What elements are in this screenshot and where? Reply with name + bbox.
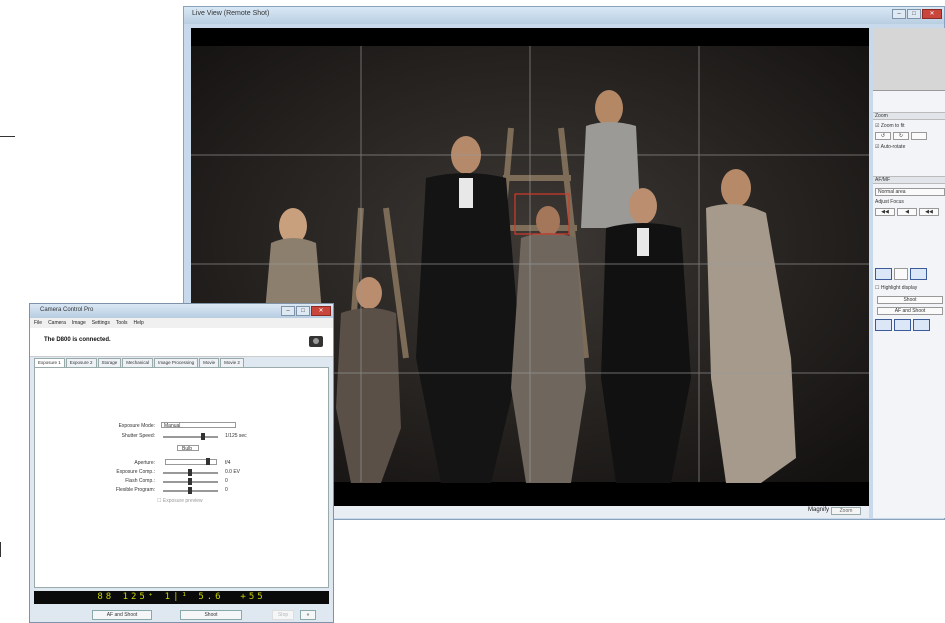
menu-help[interactable]: Help: [134, 318, 144, 328]
camera-icon: [309, 336, 323, 347]
rotate-right-button[interactable]: ↻: [893, 132, 909, 140]
shutter-speed-knob[interactable]: [201, 433, 205, 440]
tab-movie-2[interactable]: Movie 2: [220, 358, 244, 367]
zoom-section-header[interactable]: Zoom: [873, 112, 945, 120]
auto-rotate-checkbox[interactable]: ☑ Auto-rotate: [875, 144, 905, 150]
grid-icon[interactable]: [875, 268, 892, 280]
maximize-button[interactable]: □: [296, 306, 310, 316]
aperture-knob[interactable]: [206, 458, 210, 465]
shutter-speed-label: Shutter Speed:: [121, 433, 155, 439]
camera-control-window: Camera Control Pro – □ ✕ File Camera Ima…: [29, 303, 334, 623]
readout-text: 88 125⁺ 1|¹ 5.6 +55: [97, 592, 266, 602]
camera-control-titlebar: Camera Control Pro – □ ✕: [30, 304, 333, 318]
menu-image[interactable]: Image: [72, 318, 86, 328]
bulb-button[interactable]: Bulb: [177, 445, 199, 452]
flexible-program-label: Flexible Program:: [115, 487, 155, 493]
exposure-mode-select[interactable]: Manual: [161, 422, 236, 429]
maximize-button[interactable]: □: [907, 9, 921, 19]
exposure-comp-knob[interactable]: [188, 469, 192, 476]
connection-status: The D800 is connected.: [44, 337, 111, 343]
tab-mechanical[interactable]: Mechanical: [122, 358, 154, 367]
exposure-comp-value: 0.0 EV: [225, 469, 241, 475]
zoom-fit-label: Zoom to fit: [880, 123, 905, 129]
af-and-shoot-button[interactable]: AF and Shoot: [877, 307, 943, 315]
menu-file[interactable]: File: [34, 318, 42, 328]
auto-rotate-label: Auto-rotate: [880, 144, 906, 150]
connection-header: The D800 is connected.: [30, 328, 333, 357]
histogram-icon[interactable]: [894, 268, 908, 280]
settings-tabs: Exposure 1 Exposure 2 Storage Mechanical…: [34, 358, 329, 367]
close-button[interactable]: ✕: [922, 9, 942, 19]
zoom-fit-checkbox[interactable]: ☑ Zoom to fit: [875, 123, 905, 129]
shoot-button[interactable]: Shoot: [877, 296, 943, 304]
menu-camera[interactable]: Camera: [48, 318, 66, 328]
flash-comp-value: 0: [225, 478, 228, 484]
overlay-icon[interactable]: [910, 268, 927, 280]
histogram-preview: [873, 28, 945, 91]
rotate-left-button[interactable]: ↺: [875, 132, 891, 140]
zoom-button[interactable]: Zoom: [831, 507, 861, 515]
tab-movie[interactable]: Movie: [199, 358, 220, 367]
shoot-button[interactable]: Shoot: [180, 610, 242, 620]
window-title: Camera Control Pro: [40, 307, 94, 313]
minimize-button[interactable]: –: [892, 9, 906, 19]
tab-exposure-2[interactable]: Exposure 2: [65, 358, 97, 367]
margin-mark-top: [0, 136, 15, 137]
focus-far-button[interactable]: ◀◀: [875, 208, 895, 216]
refresh-icon-button[interactable]: [894, 319, 911, 331]
flexible-program-knob[interactable]: [188, 487, 192, 494]
af-and-shoot-button[interactable]: AF and Shoot: [92, 610, 152, 620]
zoom-label: Magnify: [808, 507, 830, 513]
exposure-mode-label: Exposure Mode:: [118, 423, 155, 429]
af-section-header[interactable]: AF/MF: [873, 176, 945, 184]
stop-button[interactable]: Stop: [272, 610, 294, 620]
highlight-display-label: Highlight display: [880, 285, 918, 291]
focus-step-button[interactable]: ◀◀: [919, 208, 939, 216]
tab-exposure-1[interactable]: Exposure 1: [34, 358, 65, 367]
margin-mark-bottom: [0, 542, 1, 557]
shutter-speed-slider[interactable]: [163, 436, 218, 438]
shutter-speed-value: 1/125 sec: [225, 433, 247, 439]
menu-bar: File Camera Image Settings Tools Help: [30, 318, 333, 328]
menu-tools[interactable]: Tools: [116, 318, 128, 328]
close-button[interactable]: ✕: [311, 306, 331, 316]
rotate-extra-button[interactable]: [911, 132, 927, 140]
tab-image-processing[interactable]: Image Processing: [154, 358, 199, 367]
exposure-preview-label: Exposure preview: [162, 498, 203, 504]
camera-control-footer: AF and Shoot Shoot Stop »: [30, 606, 333, 622]
flash-comp-label: Flash Comp.:: [125, 478, 155, 484]
menu-settings[interactable]: Settings: [92, 318, 110, 328]
flexible-program-value: 0: [225, 487, 228, 493]
highlight-display-checkbox[interactable]: ☐ Highlight display: [875, 285, 917, 291]
exposure-preview-checkbox[interactable]: ☐ Exposure preview: [157, 498, 203, 504]
tab-storage[interactable]: Storage: [97, 358, 122, 367]
expand-button[interactable]: »: [300, 610, 316, 620]
live-view-control-panel: Zoom ☑ Zoom to fit ↺ ↻ ☑ Auto-rotate AF/…: [873, 28, 945, 518]
flash-comp-knob[interactable]: [188, 478, 192, 485]
viewfinder-readout: 88 125⁺ 1|¹ 5.6 +55: [34, 591, 329, 604]
exposure-comp-label: Exposure Comp.:: [116, 469, 155, 475]
focus-near-button[interactable]: ◀: [897, 208, 917, 216]
aperture-label: Aperture:: [134, 460, 155, 466]
adjust-focus-label: Adjust Focus: [875, 199, 904, 205]
window-title: Live View (Remote Shot): [192, 10, 270, 17]
aperture-value: f/4: [225, 460, 231, 466]
bulb-label: Bulb: [182, 446, 193, 452]
live-view-icon-button[interactable]: [913, 319, 930, 331]
minimize-button[interactable]: –: [281, 306, 295, 316]
camera-icon-button[interactable]: [875, 319, 892, 331]
live-view-titlebar: Live View (Remote Shot) – □ ✕: [184, 7, 944, 24]
exposure-mode-value: Manual: [164, 423, 181, 429]
exposure-settings-panel: Exposure Mode: Manual Shutter Speed: 1/1…: [34, 367, 329, 588]
af-area-select[interactable]: Normal area: [875, 188, 945, 196]
